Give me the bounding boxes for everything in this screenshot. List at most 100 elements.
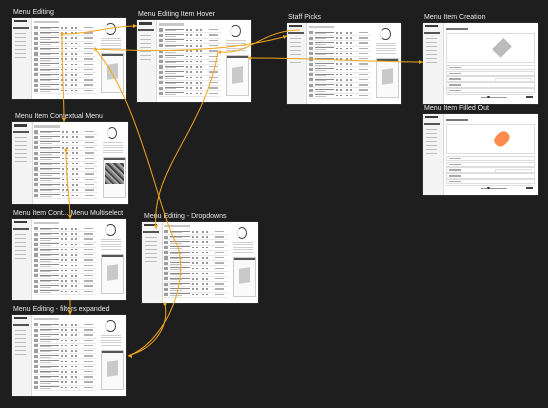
- thumb-row-icon: [192, 293, 194, 296]
- connector-dropdowns-to-filters[interactable]: [129, 303, 167, 356]
- thumb-row-icon: [192, 236, 194, 238]
- frame-menu-item-cont-multiselect[interactable]: [12, 219, 126, 300]
- frame-title[interactable]: Staff Picks: [288, 13, 321, 22]
- thumb-row-subtitle: [39, 276, 52, 277]
- thumb-row-subtitle: [164, 67, 177, 69]
- thumb-row-icon: [186, 71, 189, 73]
- thumb-panel-line: [100, 246, 122, 248]
- frame-menu-editing[interactable]: [12, 18, 126, 99]
- thumb-row-icon: [72, 141, 75, 144]
- thumb-selected-nav: [13, 26, 29, 29]
- thumb-logo: [424, 116, 439, 119]
- thumb-row-icon: [72, 173, 75, 175]
- thumb-row-icon: [202, 267, 205, 270]
- thumb-row-price: [208, 81, 218, 84]
- thumb-row-icon: [72, 152, 75, 154]
- thumb-nav-item: [425, 37, 438, 39]
- frame-title[interactable]: Menu Item Creation: [424, 13, 485, 22]
- thumb-field-label: [448, 89, 461, 92]
- thumb-list-row: [34, 193, 98, 199]
- frame-menu-item-filled-out[interactable]: [423, 114, 538, 195]
- thumb-row-subtitle: [170, 279, 182, 280]
- thumb-row-icon: [200, 87, 202, 89]
- thumb-list-header: [33, 222, 59, 225]
- thumb-row-subtitle: [314, 38, 327, 40]
- frame-menu-editing-filters-expanded[interactable]: [12, 315, 126, 396]
- thumb-row-price: [83, 73, 93, 76]
- thumb-field-label: [448, 78, 461, 80]
- frame-menu-item-contextual-menu[interactable]: [12, 122, 128, 204]
- thumb-row-icon: [76, 131, 79, 133]
- thumb-nav-item: [425, 140, 438, 142]
- thumb-row-icon: [61, 73, 64, 76]
- thumb-row-icon: [186, 34, 189, 36]
- thumb-panel-line: [100, 37, 122, 39]
- thumb-row-price: [215, 267, 224, 269]
- thumb-image-box: [446, 123, 536, 155]
- thumb-row-icon: [65, 79, 67, 81]
- thumb-row-icon: [346, 94, 349, 97]
- thumb-row-subtitle: [314, 64, 327, 66]
- frame-menu-item-creation[interactable]: [423, 23, 538, 104]
- thumb-nav-item: [289, 61, 302, 63]
- thumb-row-price: [85, 173, 94, 175]
- thumb-row-icon: [196, 34, 199, 36]
- thumb-row-icon: [192, 251, 194, 254]
- thumb-row-icon: [75, 339, 77, 342]
- thumb-row-icon: [65, 136, 68, 138]
- frame-menu-editing-dropdowns[interactable]: [142, 222, 258, 303]
- thumb-row-price: [83, 238, 93, 240]
- thumb-row-icon: [346, 89, 349, 91]
- thumb-row-image: [34, 135, 39, 139]
- thumb-row-subtitle: [164, 51, 177, 53]
- thumb-row-icon: [71, 248, 74, 251]
- thumb-row-icon: [190, 34, 192, 36]
- thumb-panel-line: [232, 241, 254, 243]
- frame-title[interactable]: Menu Editing - Dropdowns: [144, 212, 227, 221]
- thumb-row-price: [83, 365, 93, 368]
- frame-title[interactable]: Menu Editing - filters expanded: [13, 305, 110, 314]
- thumb-row-icon: [71, 386, 74, 389]
- thumb-row-subtitle: [170, 268, 182, 270]
- thumb-phone-bar: [103, 157, 126, 161]
- thumb-row-icon: [346, 37, 349, 39]
- thumb-row-icon: [350, 52, 352, 55]
- thumb-save-button: [526, 186, 534, 190]
- thumb-row-icon: [76, 189, 79, 191]
- thumb-row-icon: [206, 231, 209, 233]
- thumb-phone-image: [382, 68, 394, 86]
- thumb-row-icon: [350, 84, 352, 86]
- frame-title[interactable]: Menu Editing: [13, 8, 54, 17]
- thumb-logo: [288, 25, 303, 28]
- frame-title[interactable]: Menu Item Cont... Menu Multiselect: [13, 209, 123, 218]
- thumb-row-icon: [340, 63, 342, 65]
- frame-title[interactable]: Menu Item Filled Out: [424, 104, 489, 113]
- thumb-row-icon: [340, 84, 342, 86]
- prototype-canvas[interactable]: Menu Editing Menu Editing Item Hover Sta…: [0, 0, 548, 408]
- frame-title[interactable]: Menu Item Contextual Menu: [15, 112, 103, 121]
- thumb-row-icon: [200, 39, 202, 42]
- thumb-row-subtitle: [170, 294, 182, 296]
- thumb-row-icon: [65, 178, 68, 181]
- thumb-nav-item: [425, 136, 438, 138]
- thumb-row-icon: [196, 71, 199, 73]
- thumb-row-image: [34, 177, 39, 182]
- thumb-right-panel: [100, 318, 125, 393]
- thumb-row-price: [215, 283, 224, 285]
- thumb-phone-image: [107, 63, 119, 81]
- thumb-row-subtitle: [40, 169, 52, 171]
- frame-staff-picks[interactable]: [287, 23, 401, 104]
- thumb-list-header: [158, 23, 184, 26]
- thumb-nav-item: [14, 237, 27, 239]
- thumb-row-icon: [71, 89, 74, 92]
- thumb-selected-nav: [13, 131, 29, 134]
- thumb-row-icon: [72, 168, 75, 170]
- thumb-slider: [480, 96, 508, 98]
- thumb-row-price: [85, 168, 94, 170]
- frame-menu-editing-item-hover[interactable]: [137, 20, 251, 102]
- thumb-row-icon: [75, 324, 77, 326]
- thumb-row-icon: [62, 141, 64, 144]
- frame-title[interactable]: Menu Editing Item Hover: [138, 10, 215, 19]
- thumb-row-subtitle: [170, 237, 182, 239]
- thumb-row-image: [33, 284, 39, 288]
